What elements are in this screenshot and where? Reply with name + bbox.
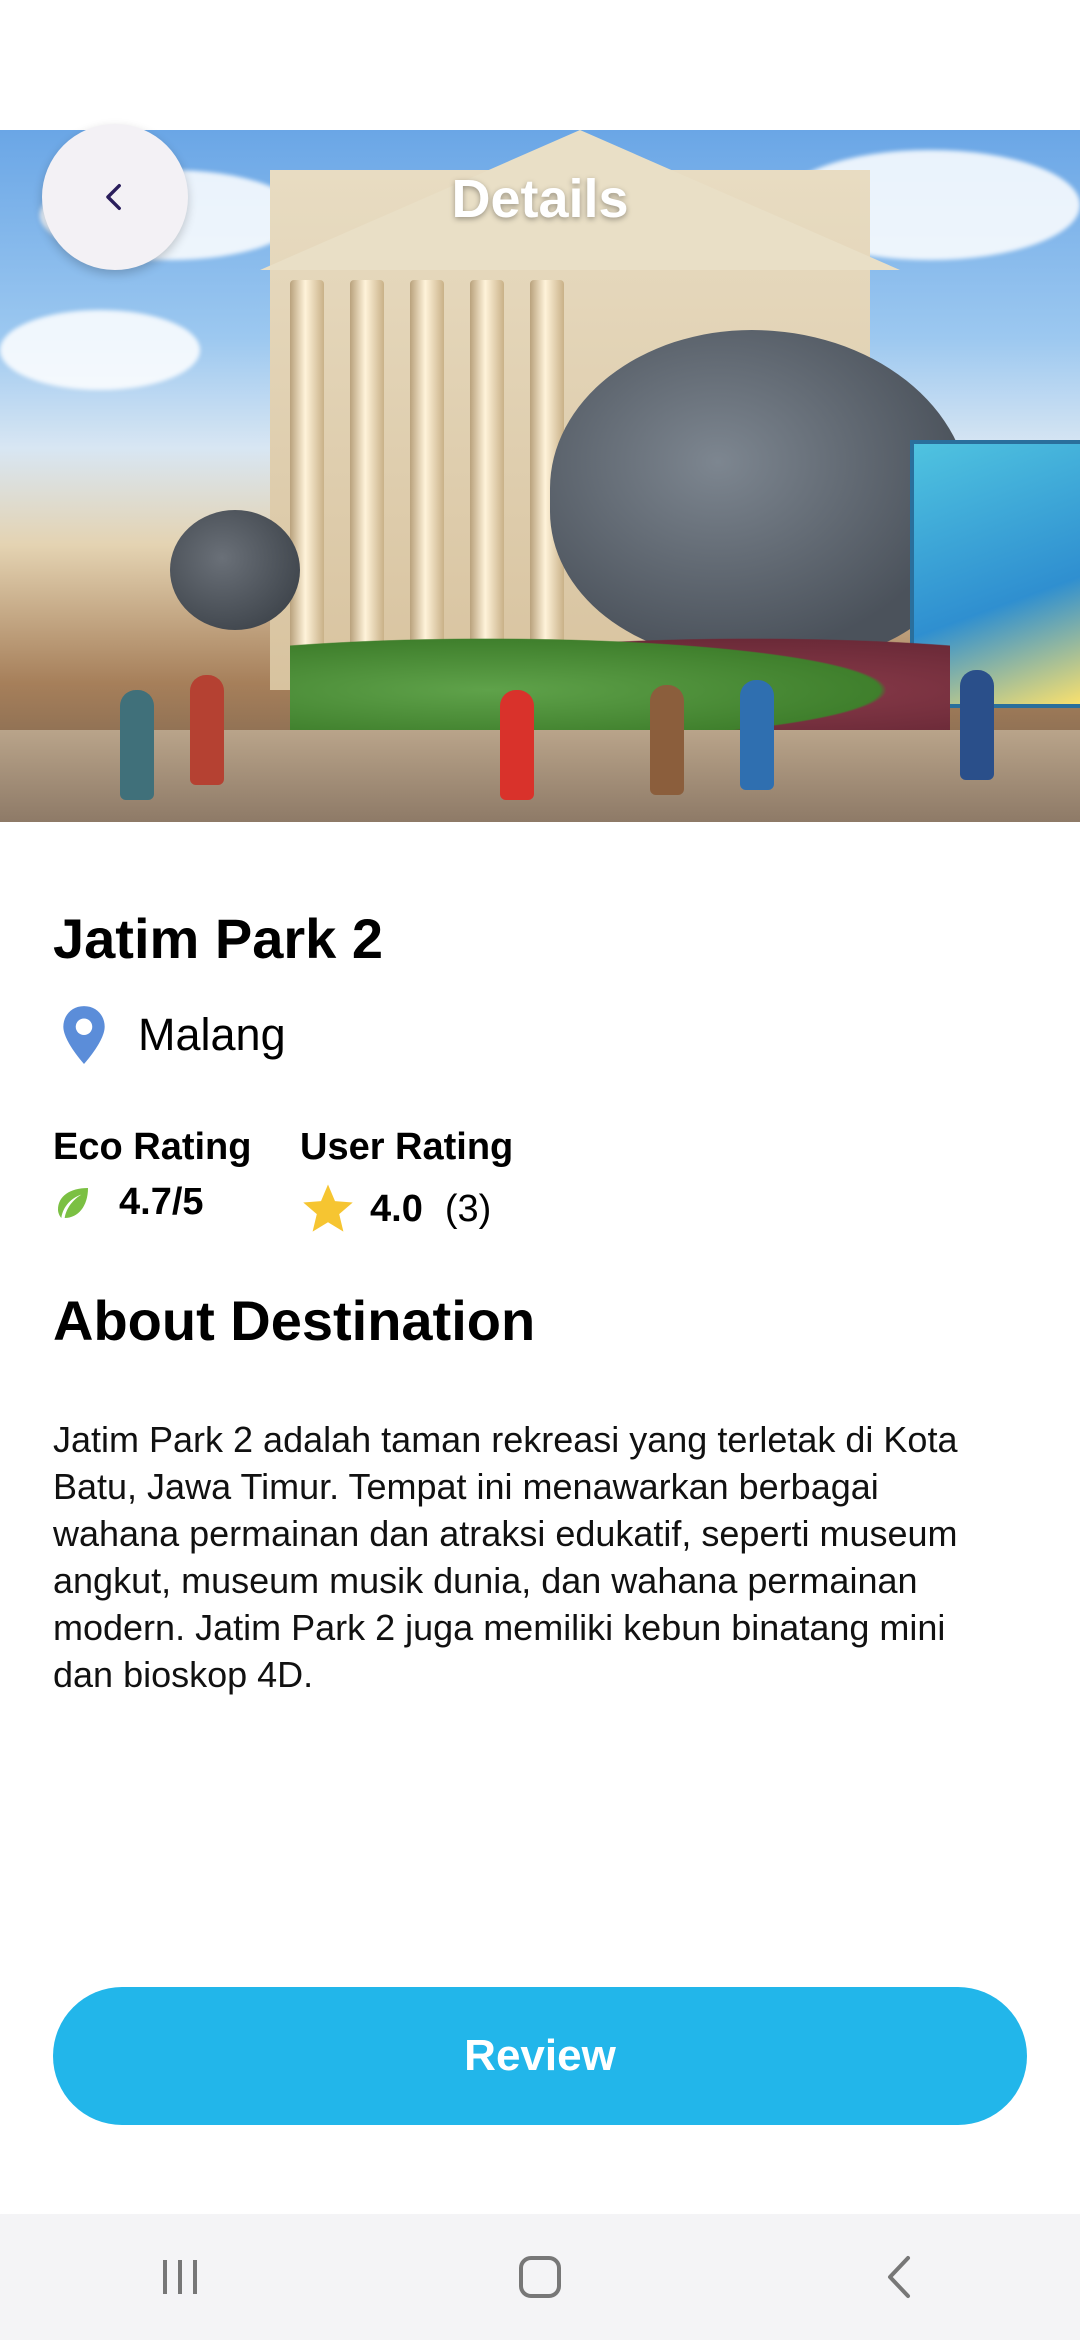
plaza-ground <box>0 730 1080 822</box>
page-title: Details <box>451 169 629 229</box>
map-pin-icon <box>63 1006 105 1064</box>
about-description: Jatim Park 2 adalah taman rekreasi yang … <box>53 1419 958 1695</box>
destination-name: Jatim Park 2 <box>53 907 383 970</box>
status-bar <box>0 0 1080 130</box>
user-rating-count: (3) <box>444 1187 492 1230</box>
review-button[interactable]: Review <box>53 1987 1027 2125</box>
home-icon <box>519 2256 561 2298</box>
eco-rating-value: 4.7/5 <box>119 1181 204 1223</box>
user-rating-value: 4.0 <box>370 1187 423 1230</box>
system-nav-bar <box>0 2214 1080 2340</box>
elephant-statue-small <box>170 510 300 630</box>
leaf-icon <box>58 1187 88 1218</box>
eco-rating-title: Eco Rating <box>53 1126 252 1168</box>
about-title: About Destination <box>53 1289 536 1352</box>
elephant-statue <box>550 330 970 660</box>
user-rating: User Rating 4.0 (3) <box>300 1126 513 1237</box>
location-row: Malang <box>58 1004 286 1066</box>
back-icon <box>888 2256 910 2298</box>
recents-icon <box>163 2260 197 2294</box>
star-icon <box>303 1184 353 1232</box>
eco-rating: Eco Rating 4.7/5 <box>53 1126 251 1224</box>
user-rating-title: User Rating <box>300 1126 514 1168</box>
system-back-button[interactable] <box>840 2227 960 2327</box>
recents-button[interactable] <box>120 2227 240 2327</box>
location-label: Malang <box>138 1009 286 1060</box>
home-button[interactable] <box>480 2227 600 2327</box>
